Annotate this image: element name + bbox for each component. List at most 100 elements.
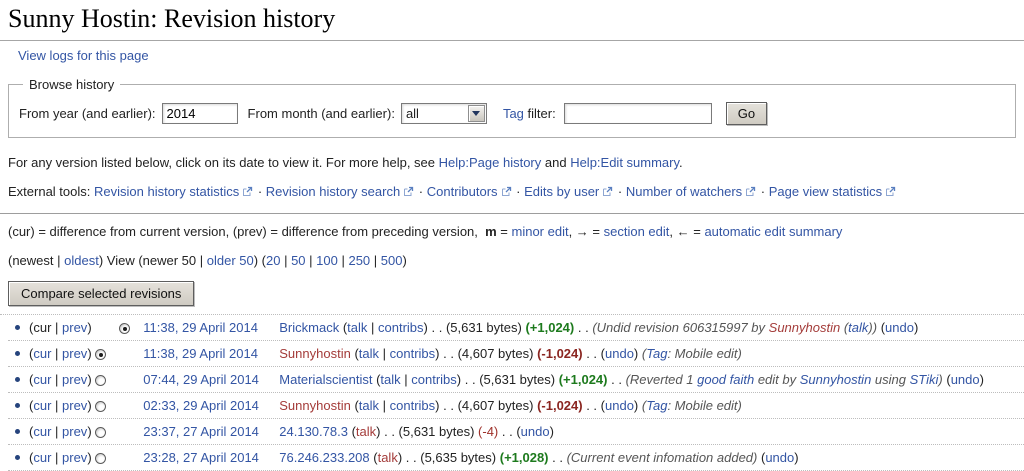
help-edit-summary-link[interactable]: Help:Edit summary xyxy=(570,155,679,170)
revision-date-link[interactable]: 23:37, 27 April 2014 xyxy=(143,424,271,439)
punct: ( xyxy=(369,450,378,465)
revision-date-link[interactable]: 11:38, 29 April 2014 xyxy=(143,320,271,335)
diff-radio[interactable] xyxy=(119,323,131,334)
minor-edit-link[interactable]: minor edit xyxy=(512,224,569,239)
byte-change: (+1,028) xyxy=(499,450,549,465)
external-tool-link[interactable]: Edits by user xyxy=(524,184,599,199)
user-link[interactable]: Materialscientist xyxy=(279,372,372,387)
undo-link[interactable]: undo xyxy=(521,424,550,439)
user-link[interactable]: 76.246.233.208 xyxy=(279,450,369,465)
section-edit-link[interactable]: section edit xyxy=(604,224,670,239)
edit-summary-user-link[interactable]: Sunnyhostin xyxy=(769,320,841,335)
user-contribs-link[interactable]: contribs xyxy=(390,346,436,361)
cur-link[interactable]: cur xyxy=(33,398,51,413)
revision-date-link[interactable]: 11:38, 29 April 2014 xyxy=(143,346,271,361)
pagination-line: (newest | oldest) View (newer 50 | older… xyxy=(8,251,1024,271)
revision-date-link[interactable]: 07:44, 29 April 2014 xyxy=(143,372,271,387)
external-tool-link[interactable]: Contributors xyxy=(427,184,498,199)
punct: ( xyxy=(350,346,359,361)
edit-summary-link[interactable]: Tag xyxy=(646,346,667,361)
prev-link[interactable]: prev xyxy=(62,424,87,439)
oldid-radio[interactable] xyxy=(95,401,107,412)
oldid-radio-slot xyxy=(95,346,119,361)
undo-link[interactable]: undo xyxy=(951,372,980,387)
cur-link[interactable]: cur xyxy=(33,346,51,361)
older-50-link[interactable]: older 50 xyxy=(207,253,254,268)
revision-date-link[interactable]: 23:28, 27 April 2014 xyxy=(143,450,271,465)
external-tool-link[interactable]: Number of watchers xyxy=(626,184,742,199)
help-page-history-link[interactable]: Help:Page history xyxy=(439,155,542,170)
page-size-link[interactable]: 250 xyxy=(348,253,370,268)
oldid-radio[interactable] xyxy=(95,375,107,386)
from-year-input[interactable] xyxy=(161,103,238,124)
oldid-radio[interactable] xyxy=(95,349,107,360)
user-talk-link[interactable]: talk xyxy=(378,450,398,465)
user-link[interactable]: Brickmack xyxy=(279,320,339,335)
user-link[interactable]: Sunnyhostin xyxy=(279,398,351,413)
diff-radio-slot xyxy=(119,320,143,335)
prev-link[interactable]: prev xyxy=(62,398,87,413)
undo-link[interactable]: undo xyxy=(605,346,634,361)
user-talk-link[interactable]: talk xyxy=(347,320,367,335)
cur-link[interactable]: cur xyxy=(33,372,51,387)
compare-selected-revisions-button[interactable]: Compare selected revisions xyxy=(8,281,195,306)
punct: . . xyxy=(582,398,601,413)
byte-size: (5,631 bytes) xyxy=(398,424,479,439)
automatic-edit-summary-link[interactable]: automatic edit summary xyxy=(704,224,842,239)
external-tool-link[interactable]: Revision history statistics xyxy=(94,184,239,199)
diff-radio-slot xyxy=(119,424,143,439)
user-talk-link[interactable]: talk xyxy=(359,398,379,413)
browse-history-legend: Browse history xyxy=(29,77,115,92)
oldest-link[interactable]: oldest xyxy=(64,253,99,268)
undo-link[interactable]: undo xyxy=(765,450,794,465)
view-logs-link[interactable]: View logs for this page xyxy=(18,48,149,63)
external-tool-link[interactable]: Revision history search xyxy=(266,184,400,199)
user-contribs-link[interactable]: contribs xyxy=(411,372,457,387)
page-size-link[interactable]: 20 xyxy=(266,253,280,268)
punct: ( xyxy=(350,398,359,413)
tag-filter-link[interactable]: Tag xyxy=(503,106,524,121)
user-link[interactable]: Sunnyhostin xyxy=(279,346,351,361)
prev-link[interactable]: prev xyxy=(62,320,87,335)
edit-summary-link[interactable]: STiki xyxy=(910,372,939,387)
user-talk-link[interactable]: talk xyxy=(359,346,379,361)
diff-radio-slot xyxy=(119,346,143,361)
page-size-link[interactable]: 50 xyxy=(291,253,305,268)
undo-link[interactable]: undo xyxy=(885,320,914,335)
punct: ) xyxy=(979,372,984,387)
punct: . . xyxy=(582,346,601,361)
prev-link[interactable]: prev xyxy=(62,450,87,465)
user-contribs-link[interactable]: contribs xyxy=(390,398,436,413)
user-talk-link[interactable]: talk xyxy=(380,372,400,387)
edit-summary-text: ( xyxy=(840,320,849,335)
edit-summary-link[interactable]: Tag xyxy=(646,398,667,413)
cur-link[interactable]: cur xyxy=(33,424,51,439)
page-size-link[interactable]: 100 xyxy=(316,253,338,268)
user-link[interactable]: 24.130.78.3 xyxy=(279,424,348,439)
user-talk-link[interactable]: talk xyxy=(356,424,376,439)
prev-link[interactable]: prev xyxy=(62,346,87,361)
byte-size: (5,631 bytes) xyxy=(479,372,559,387)
prev-link[interactable]: prev xyxy=(62,372,87,387)
user-contribs-link[interactable]: contribs xyxy=(378,320,424,335)
select-dropdown-button[interactable] xyxy=(467,105,485,122)
oldid-radio[interactable] xyxy=(95,427,107,438)
page-header: Sunny Hostin: Revision history xyxy=(0,0,1024,41)
divider xyxy=(0,213,1024,214)
tag-filter-input[interactable] xyxy=(563,103,712,124)
page-size-link[interactable]: 500 xyxy=(381,253,403,268)
revision-date-link[interactable]: 02:33, 29 April 2014 xyxy=(143,398,271,413)
oldid-radio[interactable] xyxy=(95,453,107,464)
revision-row: (cur | prev) 23:28, 27 April 2014 76.246.… xyxy=(8,445,1024,471)
cur-link[interactable]: cur xyxy=(33,450,51,465)
edit-summary-link[interactable]: talk xyxy=(848,320,868,335)
punct: . . xyxy=(498,424,517,439)
month-select[interactable]: all xyxy=(400,103,487,124)
nav-text-part: ) View (newer 50 | xyxy=(98,253,207,268)
edit-summary-link[interactable]: good faith xyxy=(697,372,754,387)
external-tool-link[interactable]: Page view statistics xyxy=(769,184,882,199)
edit-summary-link[interactable]: Sunnyhostin xyxy=(800,372,872,387)
undo-link[interactable]: undo xyxy=(605,398,634,413)
go-button[interactable]: Go xyxy=(725,102,768,125)
dot-separator: · xyxy=(415,184,427,199)
